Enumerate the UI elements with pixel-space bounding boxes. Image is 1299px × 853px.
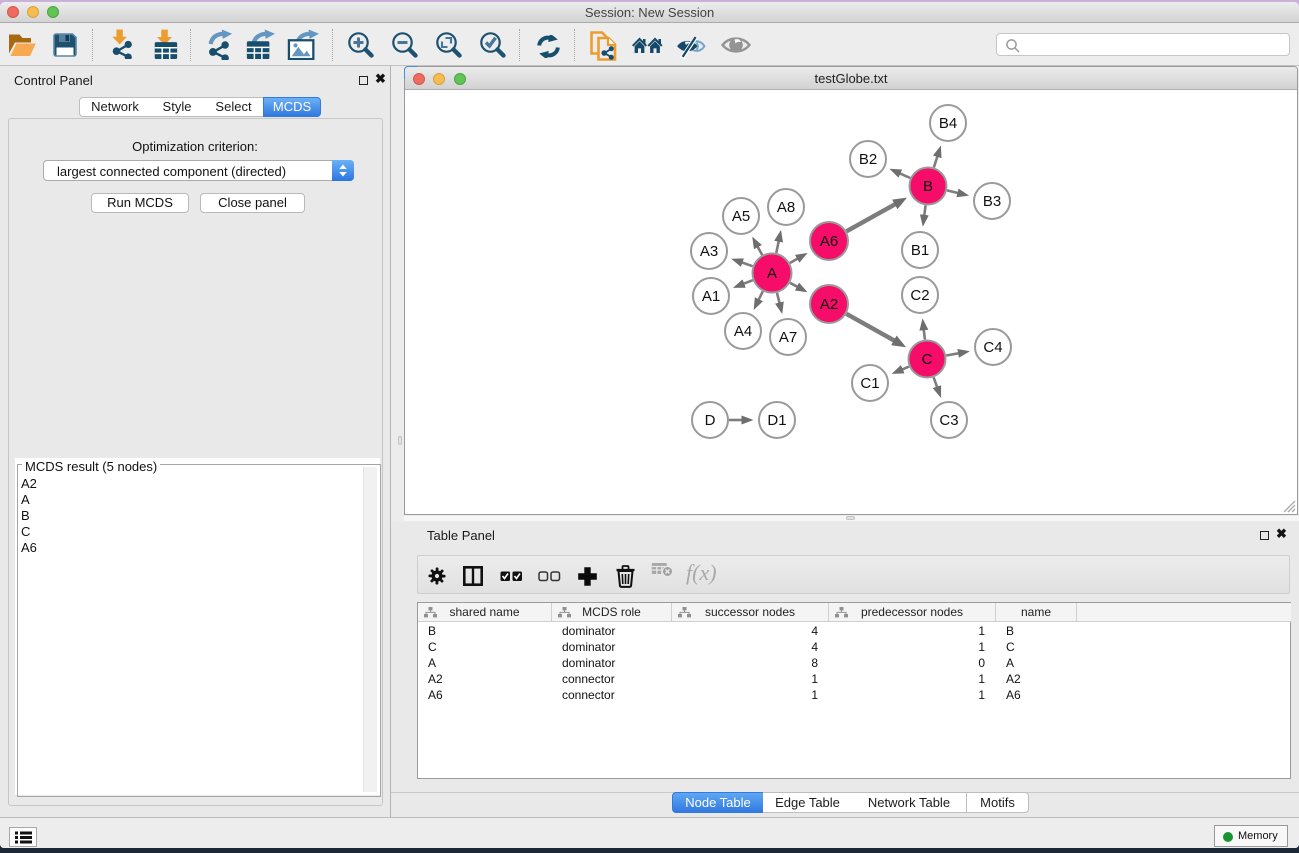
svg-text:C4: C4 (983, 339, 1002, 356)
svg-text:A2: A2 (820, 296, 838, 313)
svg-text:A3: A3 (700, 243, 718, 260)
svg-text:A7: A7 (779, 329, 797, 346)
svg-text:C2: C2 (910, 287, 929, 304)
svg-text:C: C (922, 351, 933, 368)
svg-text:A5: A5 (732, 208, 750, 225)
svg-text:A6: A6 (820, 233, 838, 250)
svg-text:B4: B4 (939, 115, 957, 132)
svg-text:A8: A8 (777, 199, 795, 216)
svg-text:C3: C3 (939, 412, 958, 429)
svg-text:A: A (767, 265, 777, 282)
svg-text:B3: B3 (983, 193, 1001, 210)
svg-text:A4: A4 (734, 323, 752, 340)
svg-text:D: D (705, 412, 716, 429)
svg-text:D1: D1 (767, 412, 786, 429)
svg-text:B: B (923, 178, 933, 195)
svg-text:B1: B1 (911, 242, 929, 259)
svg-text:B2: B2 (859, 151, 877, 168)
svg-text:C1: C1 (860, 375, 879, 392)
svg-text:A1: A1 (702, 288, 720, 305)
